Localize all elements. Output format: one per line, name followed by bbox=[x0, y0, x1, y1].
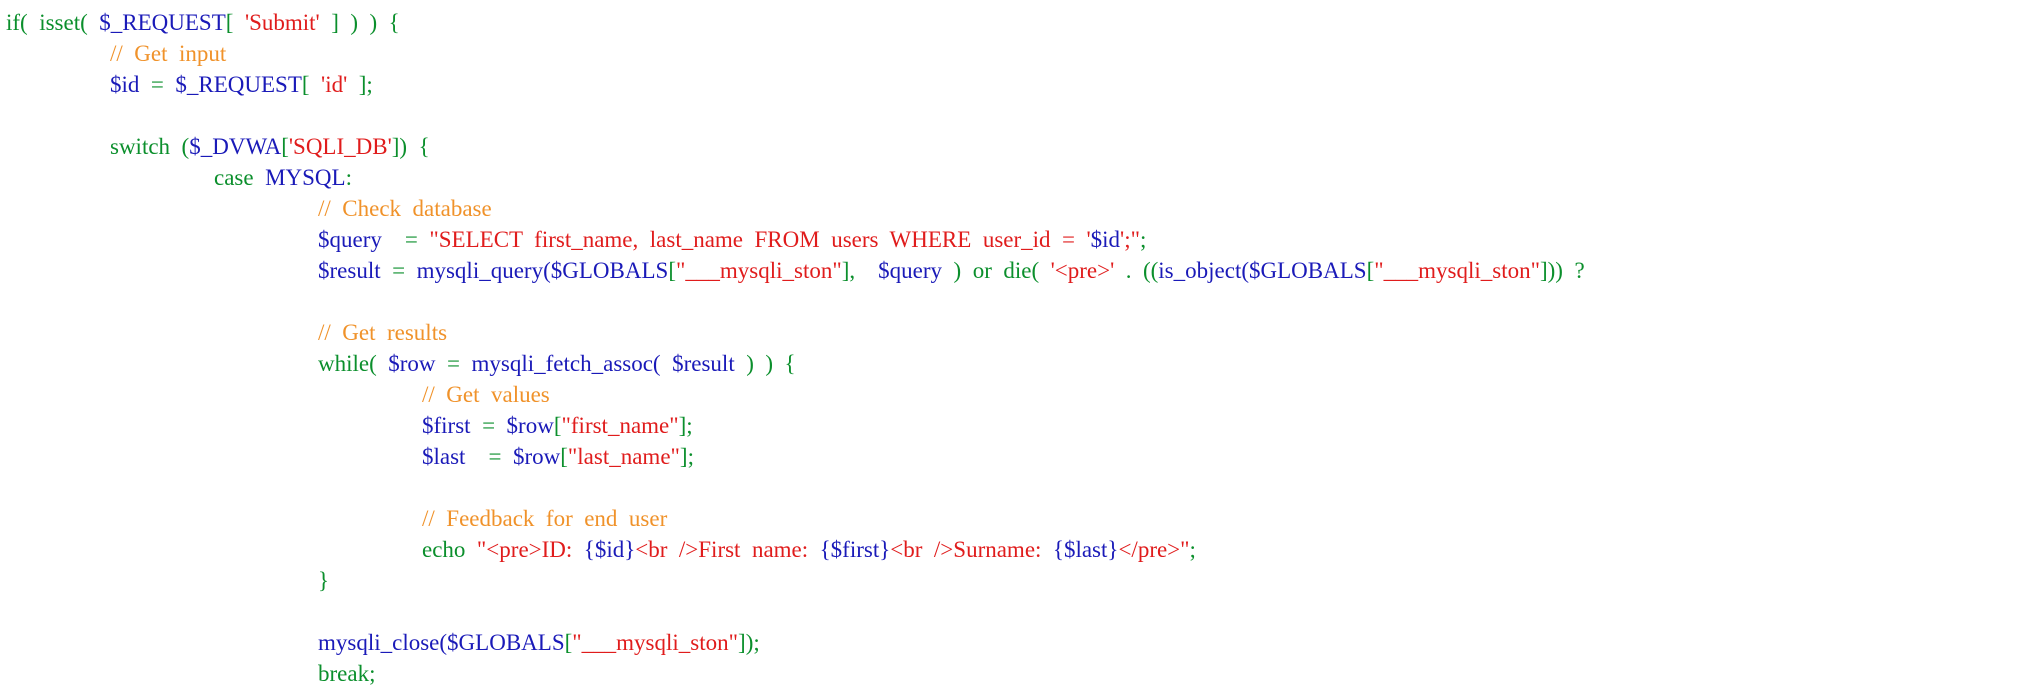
code-token-str: "<pre>ID: bbox=[476, 537, 584, 562]
code-token-kw: ]) { bbox=[391, 134, 430, 159]
code-token-var: $query bbox=[878, 258, 943, 283]
code-token-var: $row bbox=[388, 351, 436, 376]
code-line: break; bbox=[318, 658, 375, 689]
code-token-kw: ; bbox=[1139, 227, 1147, 252]
code-token-kw: ; bbox=[1189, 537, 1196, 562]
code-token-kw: : bbox=[345, 165, 352, 190]
code-token-var: $GLOBALS bbox=[1249, 258, 1367, 283]
code-token-kw: . (( bbox=[1114, 258, 1159, 283]
code-token-var: $id bbox=[110, 72, 140, 97]
code-token-kw: ])) ? bbox=[1539, 258, 1585, 283]
code-token-str: "first_name" bbox=[561, 413, 679, 438]
code-token-kw: [ bbox=[668, 258, 676, 283]
code-token-var: $GLOBALS bbox=[550, 258, 669, 283]
code-token-kw: ) or die( bbox=[942, 258, 1051, 283]
code-token-cmt: // Check database bbox=[318, 196, 492, 221]
code-token-var: $row bbox=[512, 444, 561, 469]
code-token-kw: ]; bbox=[678, 413, 693, 438]
code-token-str: "___mysqli_ston" bbox=[572, 630, 739, 655]
code-token-kw: ]; bbox=[679, 444, 694, 469]
code-line: $result = mysqli_query($GLOBALS["___mysq… bbox=[318, 255, 1585, 286]
code-token-var: $query bbox=[318, 227, 382, 252]
code-token-str: "___mysqli_ston" bbox=[675, 258, 842, 283]
code-token-kw: = bbox=[470, 413, 507, 438]
code-token-var: $id bbox=[1090, 227, 1121, 252]
code-token-var: {$first} bbox=[819, 537, 891, 562]
code-token-kw: case bbox=[214, 165, 266, 190]
code-token-str: "last_name" bbox=[567, 444, 680, 469]
code-token-kw: while( bbox=[318, 351, 389, 376]
code-token-kw: [ bbox=[301, 72, 322, 97]
code-token-var: $row bbox=[506, 413, 554, 438]
code-token-var: MYSQL bbox=[265, 165, 346, 190]
code-token-kw: [ bbox=[560, 444, 568, 469]
code-token-var: mysqli_close( bbox=[318, 630, 448, 655]
code-token-kw: = bbox=[139, 72, 176, 97]
code-token-var: $last bbox=[422, 444, 466, 469]
code-line: // Get values bbox=[422, 379, 550, 410]
code-token-str: 'SQLI_DB' bbox=[288, 134, 392, 159]
code-token-kw: = bbox=[381, 227, 430, 252]
code-token-var: mysqli_query( bbox=[416, 258, 551, 283]
code-token-str: '<pre>' bbox=[1050, 258, 1115, 283]
code-line: $id = $_REQUEST[ 'id' ]; bbox=[110, 69, 373, 100]
code-line: if( isset( $_REQUEST[ 'Submit' ] ) ) { bbox=[6, 7, 400, 38]
code-token-str: 'id' bbox=[321, 72, 348, 97]
code-line: while( $row = mysqli_fetch_assoc( $resul… bbox=[318, 348, 796, 379]
code-token-cmt: // Feedback for end user bbox=[422, 506, 668, 531]
code-token-var: $first bbox=[422, 413, 471, 438]
code-token-str: <br />Surname: bbox=[890, 537, 1053, 562]
code-token-str: 'Submit' bbox=[244, 10, 320, 35]
code-viewer: if( isset( $_REQUEST[ 'Submit' ] ) ) {//… bbox=[0, 0, 2042, 698]
code-token-kw: [ bbox=[553, 413, 562, 438]
code-token-kw: if( isset( bbox=[6, 10, 100, 35]
code-line: // Get input bbox=[110, 38, 226, 69]
code-line: // Feedback for end user bbox=[422, 503, 667, 534]
code-line: // Check database bbox=[318, 193, 492, 224]
code-token-kw: [ bbox=[281, 134, 289, 159]
code-token-kw: ) ) { bbox=[734, 351, 796, 376]
code-token-kw: [ bbox=[225, 10, 245, 35]
code-token-kw: switch ( bbox=[110, 134, 190, 159]
code-line: } bbox=[318, 565, 329, 596]
code-line: $query = "SELECT first_name, last_name F… bbox=[318, 224, 1146, 255]
code-line: $last = $row["last_name"]; bbox=[422, 441, 694, 472]
code-token-kw: } bbox=[318, 568, 330, 593]
code-line: // Get results bbox=[318, 317, 447, 348]
code-token-kw: = bbox=[465, 444, 513, 469]
code-line: echo "<pre>ID: {$id}<br />First name: {$… bbox=[422, 534, 1196, 565]
code-token-str: <br />First name: bbox=[635, 537, 820, 562]
code-line: $first = $row["first_name"]; bbox=[422, 410, 693, 441]
code-token-var: $result bbox=[672, 351, 735, 376]
code-token-var: mysqli_fetch_assoc( bbox=[471, 351, 661, 376]
code-token-kw: = bbox=[435, 351, 472, 376]
code-token-kw: ], bbox=[841, 258, 879, 283]
code-token-kw bbox=[661, 351, 673, 376]
code-token-kw: break; bbox=[318, 661, 376, 686]
code-token-kw: ] ) ) { bbox=[319, 10, 400, 35]
code-token-var: {$id} bbox=[583, 537, 636, 562]
code-token-var: is_object( bbox=[1158, 258, 1249, 283]
code-token-cmt: // Get input bbox=[110, 41, 227, 66]
code-token-kw: ]; bbox=[347, 72, 373, 97]
code-token-var: $_REQUEST bbox=[99, 10, 226, 35]
code-token-str: ';" bbox=[1120, 227, 1140, 252]
code-token-str: </pre>" bbox=[1118, 537, 1190, 562]
code-token-var: {$last} bbox=[1052, 537, 1119, 562]
code-token-cmt: // Get results bbox=[318, 320, 448, 345]
code-token-var: $_DVWA bbox=[189, 134, 282, 159]
code-token-var: $GLOBALS bbox=[447, 630, 565, 655]
code-token-kw: echo bbox=[422, 537, 477, 562]
code-token-cmt: // Get values bbox=[422, 382, 550, 407]
code-token-kw: = bbox=[380, 258, 417, 283]
code-token-str: "___mysqli_ston" bbox=[1374, 258, 1540, 283]
code-token-var: $_REQUEST bbox=[175, 72, 302, 97]
code-line: case MYSQL: bbox=[214, 162, 352, 193]
code-token-var: $result bbox=[318, 258, 381, 283]
code-line: switch ($_DVWA['SQLI_DB']) { bbox=[110, 131, 430, 162]
code-token-str: "SELECT first_name, last_name FROM users… bbox=[429, 227, 1091, 252]
code-line: mysqli_close($GLOBALS["___mysqli_ston"])… bbox=[318, 627, 760, 658]
code-token-kw: ]); bbox=[738, 630, 760, 655]
